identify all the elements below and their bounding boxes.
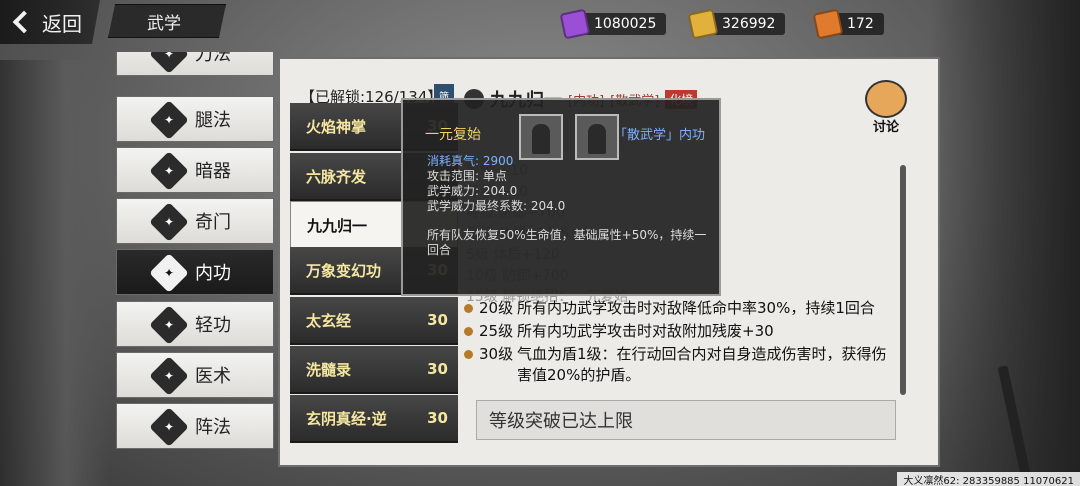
currency-value: 1080025	[594, 16, 657, 32]
back-button[interactable]: 返回	[0, 0, 100, 44]
currency-value: 326992	[722, 16, 776, 32]
dart-icon: ✦	[149, 151, 189, 191]
category-medical[interactable]: ✦ 医术	[116, 352, 274, 398]
tooltip-skill-name: 一元复始	[425, 127, 481, 143]
skill-item[interactable]: 洗髓录 30	[290, 346, 458, 394]
skill-item[interactable]: 太玄经 30	[290, 297, 458, 345]
watermark-text: 大义凛然62: 283359885 11070621	[897, 472, 1080, 486]
character-slot	[575, 114, 619, 160]
purple-scroll-icon	[559, 8, 591, 40]
medical-icon: ✦	[149, 356, 189, 396]
category-strange-weapon[interactable]: ✦ 奇门	[116, 198, 274, 244]
category-dart[interactable]: ✦ 暗器	[116, 147, 274, 193]
category-inner-force[interactable]: ✦ 内功	[116, 249, 274, 295]
tooltip-description: 所有队友恢复50%生命值，基础属性+50%，持续一回合	[427, 228, 707, 257]
level-bonus-row: 25级 所有内功武学攻击时对敌附加残废+30	[464, 321, 896, 342]
discuss-button[interactable]: 讨论	[860, 80, 912, 136]
back-arrow-icon	[12, 10, 36, 34]
category-lightness[interactable]: ✦ 轻功	[116, 301, 274, 347]
category-kick[interactable]: ✦ 腿法	[116, 96, 274, 142]
ink-landscape-decoration	[930, 0, 1080, 486]
meditating-figure-icon	[532, 124, 550, 154]
top-bar: 返回 武学 1080025 326992 172	[0, 0, 1080, 44]
gold-scroll-icon	[687, 8, 719, 40]
shiba-dog-icon	[865, 80, 907, 118]
level-bonus-row: 20级 所有内功武学攻击时对敌降低命中率30%，持续1回合	[464, 298, 896, 319]
lightness-icon: ✦	[149, 305, 189, 345]
currency-purple[interactable]: 1080025	[559, 8, 667, 40]
category-saber[interactable]: ✦ 刀法	[116, 52, 274, 76]
category-list: ✦ 刀法 ✦ 腿法 ✦ 暗器 ✦ 奇门 ✦ 内功 ✦ 轻功 ✦ 医术 ✦ 阵法	[116, 52, 274, 452]
skill-item[interactable]: 玄阴真经·逆 30	[290, 395, 458, 443]
breakthrough-limit-box: 等级突破已达上限	[476, 400, 896, 440]
tooltip-skill-type: 「散武学」内功	[613, 128, 705, 143]
kick-icon: ✦	[149, 100, 189, 140]
inner-force-icon: ✦	[149, 253, 189, 293]
page-title: 武学	[108, 4, 226, 38]
orange-scroll-icon	[812, 8, 844, 40]
level-bonus-row: 30级 气血为盾1级：在行动回合内对自身造成伤害时，获得伤害值20%的护盾。	[464, 344, 896, 386]
currency-gold[interactable]: 326992	[687, 8, 786, 40]
bamboo-decoration	[0, 60, 110, 486]
meditating-figure-icon	[588, 124, 606, 154]
back-label: 返回	[42, 11, 82, 36]
currency-orange[interactable]: 172	[812, 8, 884, 40]
ultimate-skill-tooltip: 一元复始 「散武学」内功 消耗真气: 2900 攻击范围: 单点 武学威力: 2…	[401, 98, 721, 296]
level-bonus-list: 20级 所有内功武学攻击时对敌降低命中率30%，持续1回合 25级 所有内功武学…	[464, 298, 896, 388]
category-formation[interactable]: ✦ 阵法	[116, 403, 274, 449]
currency-value: 172	[847, 16, 874, 32]
strange-weapon-icon: ✦	[149, 202, 189, 242]
detail-scrollbar[interactable]	[900, 165, 906, 395]
saber-icon: ✦	[149, 52, 189, 74]
tooltip-stats: 消耗真气: 2900 攻击范围: 单点 武学威力: 204.0 武学威力最终系数…	[427, 154, 566, 213]
formation-icon: ✦	[149, 407, 189, 447]
